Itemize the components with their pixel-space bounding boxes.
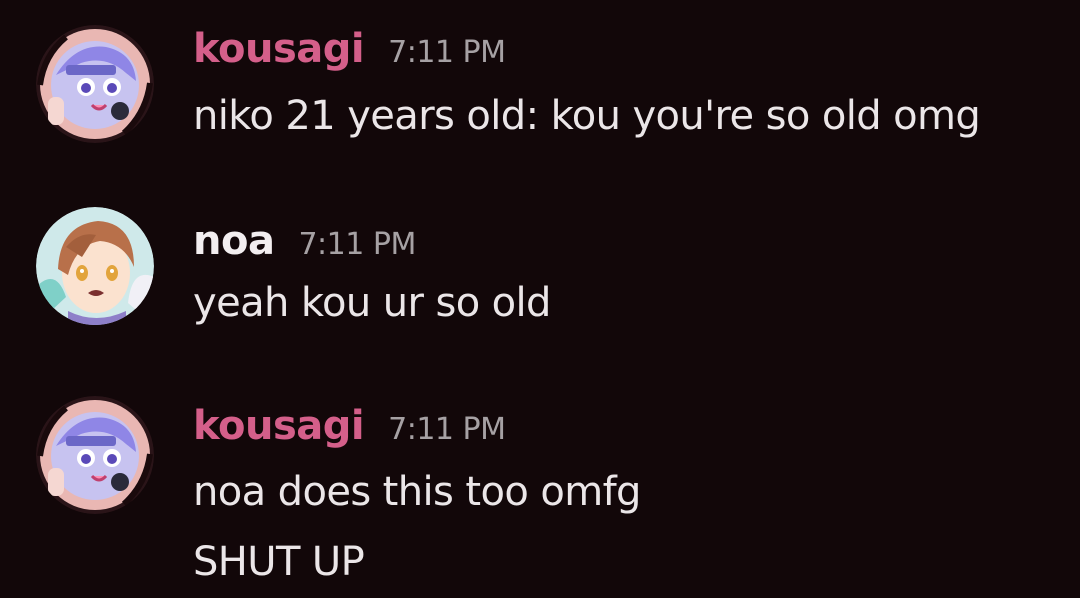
message-header: kousagi 7:11 PM	[193, 403, 506, 449]
timestamp: 7:11 PM	[388, 35, 506, 70]
message-text: niko 21 years old: kou you're so old omg	[193, 93, 981, 139]
anime-avatar-icon	[36, 207, 154, 325]
message-text: noa does this too omfg	[193, 469, 641, 515]
avatar[interactable]	[36, 207, 154, 325]
message-header: noa 7:11 PM	[193, 218, 416, 264]
username[interactable]: noa	[193, 218, 275, 264]
chat-log: kousagi 7:11 PM niko 21 years old: kou y…	[0, 0, 1080, 598]
anime-avatar-icon	[36, 396, 154, 514]
username[interactable]: kousagi	[193, 26, 365, 72]
anime-avatar-icon	[36, 25, 154, 143]
username[interactable]: kousagi	[193, 403, 365, 449]
timestamp: 7:11 PM	[388, 412, 506, 447]
message-text: yeah kou ur so old	[193, 280, 551, 326]
message-text: SHUT UP	[193, 539, 365, 585]
timestamp: 7:11 PM	[298, 227, 416, 262]
message-header: kousagi 7:11 PM	[193, 26, 506, 72]
avatar[interactable]	[36, 396, 154, 514]
avatar[interactable]	[36, 25, 154, 143]
